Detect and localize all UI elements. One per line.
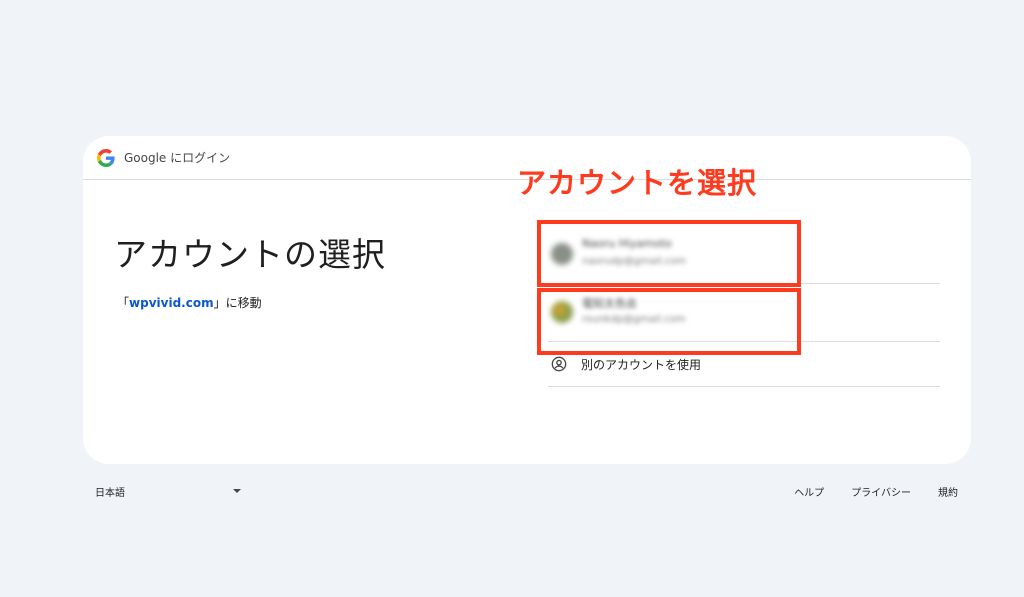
footer-links: ヘルプ プライバシー 規約: [767, 484, 958, 499]
language-select[interactable]: 日本語: [95, 484, 241, 499]
annotation-label: アカウントを選択: [517, 166, 758, 200]
privacy-link[interactable]: プライバシー: [851, 484, 911, 499]
page-title: アカウントの選択: [114, 235, 386, 274]
subtitle: 「wpvivid.com」に移動: [117, 294, 262, 311]
account-item-2[interactable]: 電知太色会 rounkdp@gmail.com: [548, 284, 940, 342]
avatar: [551, 243, 573, 265]
caret-down-icon: [233, 489, 241, 493]
account-name: 電知太色会: [582, 297, 637, 310]
help-link[interactable]: ヘルプ: [794, 484, 824, 499]
footer: 日本語 ヘルプ プライバシー 規約: [95, 484, 958, 499]
avatar: [551, 301, 573, 323]
google-logo-icon: [97, 148, 115, 167]
account-email: rounkdp@gmail.com: [582, 314, 686, 325]
use-another-account-label: 別のアカウントを使用: [581, 357, 702, 372]
site-link[interactable]: wpvivid.com: [129, 296, 214, 310]
account-circle-icon: [551, 356, 567, 372]
account-email: naorudp@gmail.com: [582, 256, 687, 267]
terms-link[interactable]: 規約: [938, 484, 958, 499]
subtitle-suffix: 」に移動: [213, 296, 262, 310]
header-title: Google にログイン: [124, 151, 231, 165]
account-item-1[interactable]: Naoru Hiyamoto naorudp@gmail.com: [548, 226, 940, 284]
account-name: Naoru Hiyamoto: [582, 237, 672, 250]
use-another-account-button[interactable]: 別のアカウントを使用: [548, 342, 940, 387]
subtitle-prefix: 「: [117, 296, 130, 310]
language-label: 日本語: [95, 487, 125, 499]
account-list: Naoru Hiyamoto naorudp@gmail.com 電知太色会 r…: [548, 226, 940, 387]
sign-in-card: Google にログイン アカウントの選択 「wpvivid.com」に移動 ア…: [83, 136, 971, 464]
